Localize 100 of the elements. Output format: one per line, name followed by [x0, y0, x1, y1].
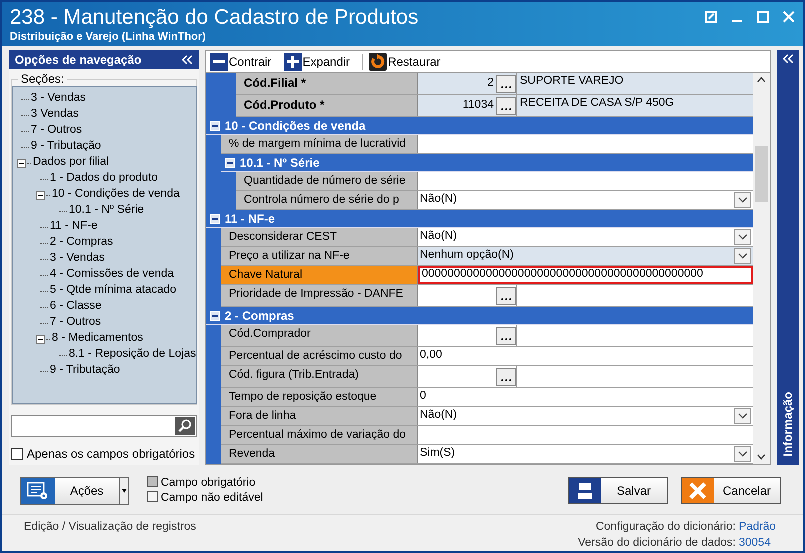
minus-square-icon: [210, 52, 228, 70]
legend-label: Campo não editável: [161, 492, 264, 504]
save-button[interactable]: Salvar: [568, 477, 668, 504]
edit-window-icon[interactable]: [705, 11, 717, 23]
window-title: 238 - Manutenção do Cadastro de Produtos: [10, 5, 420, 31]
tree-item[interactable]: 7 - Outros: [50, 314, 102, 332]
tree-item[interactable]: Dados por filial: [33, 154, 110, 172]
tree-item[interactable]: 9 - Tributação: [31, 138, 102, 156]
actions-button[interactable]: Ações: [20, 476, 129, 504]
checkbox-label: Apenas os campos obrigatórios: [27, 446, 196, 463]
tree-item[interactable]: 8.1 - Reposição de Lojas: [69, 346, 196, 364]
field-label: Percentual máximo de variação do: [221, 426, 418, 444]
dropdown-field[interactable]: Nenhum opção(N): [418, 247, 753, 265]
toolbar-button[interactable]: Contrair: [210, 52, 278, 70]
scrollbar[interactable]: [753, 73, 770, 464]
field-label: Cód.Filial *: [236, 73, 418, 94]
browse-button[interactable]: [496, 368, 516, 386]
x-mark-icon: [688, 480, 708, 500]
toolbar-button[interactable]: Expandir: [284, 52, 356, 70]
field-label: Percentual de acréscimo custo do: [221, 347, 418, 365]
double-chevron-left-icon[interactable]: [182, 54, 193, 64]
dropdown-field[interactable]: Não(N): [418, 407, 753, 425]
tree-item[interactable]: 1 - Dados do produto: [50, 170, 158, 188]
ellipsis-icon: [500, 108, 512, 110]
tree-item[interactable]: 3 - Vendas: [50, 250, 105, 268]
section-title: 11 - NF-e: [225, 210, 276, 228]
collapse-icon[interactable]: [36, 190, 45, 200]
tree-item[interactable]: 8 - Medicamentos: [52, 330, 144, 348]
ellipsis-icon: [500, 378, 512, 382]
tree-item[interactable]: 7 - Outros: [31, 122, 82, 140]
browse-button[interactable]: [496, 286, 516, 304]
status-label: Versão do dicionário de dados:: [578, 537, 736, 549]
tree-item[interactable]: 10 - Condições de venda: [52, 186, 180, 204]
information-title[interactable]: Informação: [779, 392, 797, 457]
section-title: 10 - Condições de venda: [225, 118, 366, 134]
tree-item[interactable]: 3 - Vendas: [31, 90, 86, 108]
field-label: Desconsiderar CEST: [221, 228, 418, 246]
legend-label: Campo obrigatório: [161, 476, 256, 488]
scroll-thumb[interactable]: [755, 146, 768, 202]
tree-item[interactable]: 3 Vendas: [31, 106, 79, 124]
cancel-button[interactable]: Cancelar: [681, 477, 781, 504]
field-label: Cód. figura (Trib.Entrada): [221, 366, 418, 387]
code-value: 11034: [462, 98, 495, 113]
browse-button[interactable]: [496, 74, 516, 92]
dropdown-button[interactable]: [734, 446, 751, 462]
search-field[interactable]: [11, 415, 197, 437]
window-subtitle: Distribuição e Varejo (Linha WinThor): [10, 31, 208, 44]
chevron-down-icon: [738, 413, 748, 419]
tree-item[interactable]: 6 - Classe: [50, 298, 102, 316]
dropdown-button[interactable]: [734, 408, 751, 424]
section-title: 2 - Compras: [225, 308, 294, 324]
browse-button[interactable]: [496, 326, 516, 344]
field-label: Revenda: [221, 445, 418, 463]
field-label: Prioridade de Impressão - DANFE: [221, 285, 418, 306]
collapse-icon[interactable]: [17, 158, 26, 168]
field-label: Tempo de reposição estoque: [221, 388, 418, 406]
chevron-down-icon: [738, 234, 748, 240]
field-label: Cód.Comprador: [221, 325, 418, 346]
lookup-field[interactable]: 2 SUPORTE VAREJO: [418, 73, 753, 94]
tree-item[interactable]: 10.1 - Nº Série: [69, 202, 144, 220]
dropdown-field[interactable]: Sim(S): [418, 445, 753, 463]
chevron-down-icon[interactable]: [757, 454, 766, 460]
plus-square-icon: [284, 52, 302, 70]
chevron-down-icon: [738, 253, 748, 259]
circular-arrow-icon: [369, 52, 388, 70]
dropdown-button[interactable]: [734, 248, 751, 264]
caret-icon: [122, 488, 126, 492]
sections-label: Seções:: [18, 72, 68, 86]
tree-item[interactable]: 11 - NF-e: [50, 218, 98, 236]
field-label: Preço a utilizar na NF-e: [221, 247, 418, 265]
status-label: Configuração do dicionário:: [596, 521, 736, 533]
dropdown-field[interactable]: Não(N): [418, 228, 753, 246]
lookup-field[interactable]: 11034 RECEITA DE CASA S/P 450G: [418, 95, 753, 116]
status-text: Edição / Visualização de registros: [24, 520, 196, 535]
collapse-icon[interactable]: [36, 334, 45, 344]
dropdown-button[interactable]: [734, 192, 751, 208]
tree-item[interactable]: 5 - Qtde mínima atacado: [50, 282, 177, 300]
toolbar-button[interactable]: Restaurar: [369, 52, 447, 70]
field-label: Cód.Produto *: [236, 95, 418, 116]
close-icon[interactable]: [783, 11, 795, 23]
navigation-title: Opções de navegação: [15, 52, 142, 68]
tree-item[interactable]: 9 - Tributação: [50, 362, 120, 380]
checkbox[interactable]: [11, 448, 23, 460]
field-label: Quantidade de número de série: [236, 172, 418, 190]
search-button[interactable]: [175, 417, 195, 435]
browse-button[interactable]: [496, 96, 516, 114]
ellipsis-icon: [500, 338, 512, 340]
tree-item[interactable]: 2 - Compras: [50, 234, 114, 252]
dropdown-field[interactable]: Não(N): [418, 191, 753, 209]
maximize-icon[interactable]: [757, 11, 769, 23]
field-label: Fora de linha: [221, 407, 418, 425]
double-chevron-left-icon[interactable]: [782, 54, 794, 64]
ellipsis-icon: [500, 298, 512, 300]
chevron-up-icon[interactable]: [757, 77, 766, 83]
status-value: 30054: [739, 536, 772, 551]
dropdown-button[interactable]: [734, 229, 751, 245]
tree-item[interactable]: 4 - Comissões de venda: [50, 266, 174, 284]
field-label: % de margem mínima de lucrativid: [221, 135, 418, 153]
section-title: 10.1 - Nº Série: [240, 154, 320, 172]
input-field[interactable]: 00000000000000000000000000000000000000000000: [418, 266, 753, 284]
